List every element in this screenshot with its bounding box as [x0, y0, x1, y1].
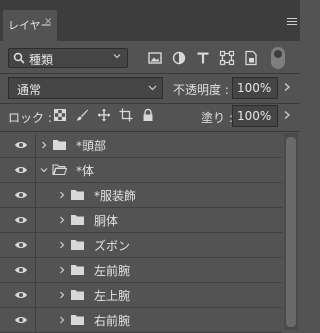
filter-kind-label: 種類	[29, 53, 54, 67]
folder-icon	[71, 315, 84, 325]
layer-row[interactable]: *体	[0, 158, 282, 183]
chevron-right-icon[interactable]	[58, 191, 66, 199]
opacity-value: 100%	[237, 81, 272, 95]
folder-icon	[71, 290, 84, 300]
brush-icon[interactable]	[75, 108, 89, 122]
move-icon[interactable]	[97, 108, 111, 122]
column-divider	[35, 308, 36, 333]
divider	[0, 103, 300, 104]
folder-icon	[53, 140, 66, 150]
lock-transparent-pixels-icon[interactable]	[53, 108, 67, 122]
search-icon	[13, 52, 25, 64]
visibility-eye-icon[interactable]	[14, 140, 28, 150]
visibility-eye-icon[interactable]	[14, 290, 28, 300]
panel-menu-icon[interactable]	[287, 18, 297, 25]
folder-open-icon	[52, 164, 67, 176]
visibility-eye-icon[interactable]	[14, 240, 28, 250]
chevron-down-icon[interactable]	[40, 166, 48, 174]
column-divider	[35, 233, 36, 258]
type-filter-icon[interactable]	[194, 49, 212, 67]
folder-icon	[71, 215, 84, 225]
chevron-down-icon	[148, 85, 157, 91]
blend-mode-select[interactable]: 通常	[8, 77, 163, 99]
panel-tab-bar: レイヤー ×	[0, 0, 300, 41]
folder-icon	[71, 265, 84, 275]
chevron-down-icon	[113, 54, 121, 59]
opacity-field[interactable]: 100%	[232, 77, 278, 99]
lock-label: ロック :	[8, 111, 52, 125]
column-divider	[35, 183, 36, 208]
blend-mode-label: 通常	[17, 83, 42, 97]
visibility-eye-icon[interactable]	[14, 165, 28, 175]
chevron-right-icon[interactable]	[58, 241, 66, 249]
layer-name: 左上腕	[94, 289, 131, 303]
fill-field[interactable]: 100%	[232, 105, 278, 127]
chevron-right-icon[interactable]	[58, 266, 66, 274]
chevron-right-icon[interactable]	[282, 110, 292, 120]
fill-value: 100%	[237, 109, 272, 123]
smart-object-filter-icon[interactable]	[242, 49, 260, 67]
column-divider	[35, 283, 36, 308]
filter-toggle-switch[interactable]	[271, 47, 285, 69]
scrollbar-thumb[interactable]	[286, 137, 296, 327]
shape-filter-icon[interactable]	[218, 49, 236, 67]
layer-name: 胴体	[94, 214, 119, 228]
fill-label: 塗り :	[201, 111, 233, 125]
column-divider	[35, 208, 36, 233]
layer-row[interactable]: *頭部	[0, 133, 282, 158]
layer-row[interactable]: 胴体	[0, 208, 282, 233]
layer-name: ズボン	[94, 239, 131, 253]
chevron-right-icon[interactable]	[40, 141, 48, 149]
scrollbar[interactable]	[284, 133, 298, 330]
layers-panel: レイヤー × 種類 通常 不透明度: 100% ロック: 塗り: 100%…	[0, 0, 300, 333]
visibility-eye-icon[interactable]	[14, 315, 28, 325]
opacity-label: 不透明度 :	[173, 83, 229, 97]
column-divider	[35, 133, 36, 158]
divider	[0, 131, 300, 132]
adjustment-filter-icon[interactable]	[170, 49, 188, 67]
column-divider	[35, 158, 36, 183]
layer-name: *服装飾	[94, 189, 137, 203]
layer-name: 右前腕	[94, 314, 131, 328]
visibility-eye-icon[interactable]	[14, 265, 28, 275]
layer-row[interactable]: 左上腕	[0, 283, 282, 308]
divider	[0, 73, 300, 74]
visibility-eye-icon[interactable]	[14, 215, 28, 225]
chevron-right-icon[interactable]	[282, 82, 292, 92]
close-icon[interactable]: ×	[44, 16, 52, 27]
column-divider	[35, 258, 36, 283]
image-filter-icon[interactable]	[146, 49, 164, 67]
layer-row[interactable]: ズボン	[0, 233, 282, 258]
artboard-icon[interactable]	[119, 108, 133, 122]
lock-icon[interactable]	[141, 108, 155, 122]
layer-row[interactable]: 右前腕	[0, 308, 282, 333]
layer-name: *体	[76, 164, 95, 178]
folder-icon	[71, 240, 84, 250]
filter-kind-select[interactable]: 種類	[8, 48, 128, 68]
chevron-right-icon[interactable]	[58, 316, 66, 324]
chevron-right-icon[interactable]	[58, 291, 66, 299]
layer-name: 左前腕	[94, 264, 131, 278]
layer-list: *頭部 *体 *服装飾胴体ズボン左前腕左上腕右前腕	[0, 133, 282, 333]
layer-name: *頭部	[76, 139, 107, 153]
layer-row[interactable]: *服装飾	[0, 183, 282, 208]
folder-icon	[71, 190, 84, 200]
layers-tab[interactable]: レイヤー ×	[3, 10, 57, 41]
chevron-right-icon[interactable]	[58, 216, 66, 224]
layer-row[interactable]: 左前腕	[0, 258, 282, 283]
visibility-eye-icon[interactable]	[14, 190, 28, 200]
